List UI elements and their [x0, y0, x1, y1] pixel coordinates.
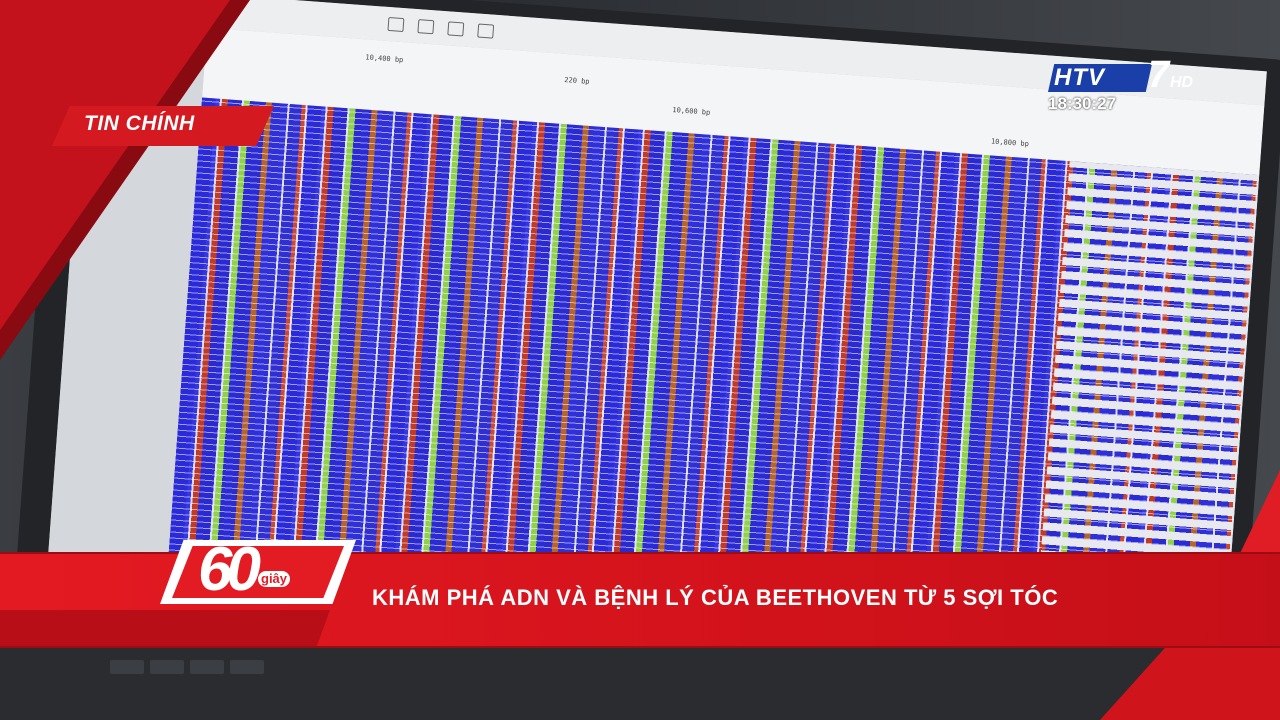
- logo-text: HTV: [1054, 64, 1105, 91]
- keyboard-key: [230, 660, 264, 674]
- toolbar-icon: [447, 21, 465, 37]
- laptop-keyboard: [0, 640, 1280, 720]
- toolbar-icon: [387, 16, 405, 33]
- ruler-label: 220 bp: [564, 76, 590, 86]
- headline: KHÁM PHÁ ADN VÀ BỆNH LÝ CỦA BEETHOVEN TỪ…: [372, 585, 1059, 610]
- program-badge-word: giây: [258, 571, 291, 587]
- section-tag-label: TIN CHÍNH: [84, 112, 195, 135]
- ruler-label: 10,800 bp: [990, 137, 1030, 149]
- keyboard-key: [150, 660, 184, 674]
- keyboard-key: [110, 660, 144, 674]
- ruler-label: 10,400 bp: [365, 53, 404, 65]
- logo-hd: HD: [1170, 74, 1194, 91]
- program-badge-number: 60: [198, 535, 261, 604]
- ruler-label: 10,600 bp: [672, 106, 711, 117]
- lower-third-stripe: [0, 610, 330, 646]
- toolbar-icon: [417, 19, 435, 35]
- video-frame: 10,400 bp 220 bp 10,600 bp 10,800 bp TIN…: [0, 0, 1280, 720]
- broadcast-clock: 18:30:27: [1048, 94, 1117, 113]
- keyboard-key: [190, 660, 224, 674]
- toolbar-icon: [477, 23, 495, 39]
- logo-number: 7: [1148, 54, 1170, 96]
